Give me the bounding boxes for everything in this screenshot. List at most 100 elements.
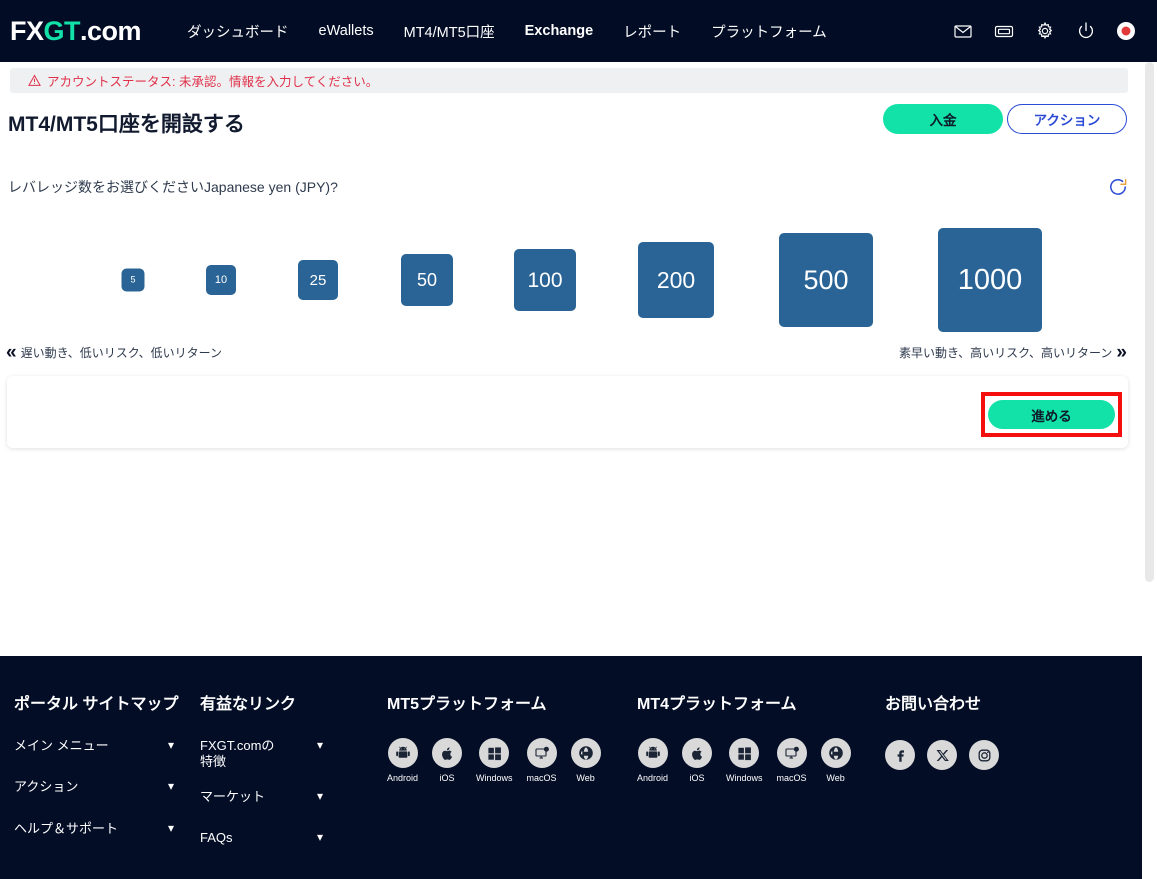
leverage-option-label: 100 <box>527 268 563 292</box>
flag-jp-icon[interactable] <box>1117 22 1135 40</box>
facebook-icon[interactable] <box>885 740 915 770</box>
platform-label: Web <box>576 773 595 783</box>
site-logo[interactable]: FX GT .com <box>10 15 142 47</box>
footer-link-markets[interactable]: マーケット ▾ <box>200 789 323 805</box>
platform-link-macos[interactable]: macOS <box>526 738 557 783</box>
apple-icon <box>682 738 713 768</box>
footer-link-main-menu[interactable]: メイン メニュー ▾ <box>14 738 174 754</box>
account-status-alert: アカウントステータス: 未承認。情報を入力してください。 <box>10 68 1128 93</box>
footer-link-label: FXGT.comの特徴 <box>200 738 275 770</box>
page-header-row: MT4/MT5口座を開設する 入金 アクション <box>0 104 1129 144</box>
platform-link-android[interactable]: Android <box>387 738 418 783</box>
header-icon-group <box>953 0 1135 62</box>
refresh-icon[interactable] <box>1107 176 1129 198</box>
platform-link-macos[interactable]: macOS <box>776 738 807 783</box>
instagram-icon[interactable] <box>969 740 999 770</box>
leverage-option-25[interactable]: 25 <box>298 260 338 300</box>
leverage-option-label: 1000 <box>957 263 1023 296</box>
leverage-option-50[interactable]: 50 <box>401 254 453 306</box>
chevron-left-icon: « <box>6 342 17 363</box>
footer-link-label: マーケット <box>200 788 266 804</box>
leverage-option-200[interactable]: 200 <box>638 242 714 318</box>
nav-item-mt4-mt5-accounts[interactable]: MT4/MT5口座 <box>404 21 495 42</box>
footer-link-faqs[interactable]: FAQs ▾ <box>200 830 323 846</box>
chevron-down-icon: ▾ <box>167 738 174 752</box>
leverage-option-label: 200 <box>656 266 696 293</box>
platform-link-ios[interactable]: iOS <box>432 738 463 783</box>
leverage-option-5[interactable]: 5 <box>121 268 145 292</box>
nav-item-dashboard[interactable]: ダッシュボード <box>187 21 289 42</box>
scrollbar-thumb[interactable] <box>1145 62 1154 582</box>
card-icon[interactable] <box>994 21 1014 41</box>
platform-link-windows[interactable]: Windows <box>726 738 763 783</box>
chevron-right-icon: » <box>1116 342 1127 363</box>
macos-icon <box>776 738 807 768</box>
risk-high-text: 素早い動き、高いリスク、高いリターン <box>898 346 1113 360</box>
x-twitter-icon[interactable] <box>927 740 957 770</box>
android-icon <box>637 738 668 768</box>
platform-link-web[interactable]: Web <box>820 738 851 783</box>
deposit-button[interactable]: 入金 <box>883 104 1003 134</box>
platform-label: Web <box>826 773 845 783</box>
proceed-button[interactable]: 進める <box>988 400 1115 429</box>
globe-icon <box>570 738 601 768</box>
main-nav: ダッシュボード eWallets MT4/MT5口座 Exchange レポート… <box>187 21 827 42</box>
leverage-option-label: 25 <box>309 271 327 289</box>
platform-link-ios[interactable]: iOS <box>682 738 713 783</box>
action-button[interactable]: アクション <box>1007 104 1127 134</box>
gear-icon[interactable] <box>1035 21 1055 41</box>
android-icon <box>387 738 418 768</box>
leverage-option-label: 50 <box>416 270 438 290</box>
footer-link-actions[interactable]: アクション ▾ <box>14 779 174 795</box>
platform-link-web[interactable]: Web <box>570 738 601 783</box>
platform-link-windows[interactable]: Windows <box>476 738 513 783</box>
site-footer: ポータル サイトマップ メイン メニュー ▾ アクション ▾ ヘルプ＆サポート … <box>0 656 1157 879</box>
platform-label: iOS <box>689 773 705 783</box>
platform-label: Android <box>637 773 669 783</box>
mt4-platform-icons: Android iOS Windows macOS Web <box>637 738 851 783</box>
footer-link-fxgt-features[interactable]: FXGT.comの特徴 ▾ <box>200 738 323 771</box>
top-navigation-bar: FX GT .com ダッシュボード eWallets MT4/MT5口座 Exch… <box>0 0 1157 62</box>
page-root: FX GT .com ダッシュボード eWallets MT4/MT5口座 Exch… <box>0 0 1157 879</box>
risk-label-low: « 遅い動き、低いリスク、低いリターン <box>6 343 222 362</box>
leverage-option-1000[interactable]: 1000 <box>938 228 1042 332</box>
action-card <box>7 376 1128 448</box>
macos-icon <box>526 738 557 768</box>
power-icon[interactable] <box>1076 21 1096 41</box>
chevron-down-icon: ▾ <box>316 829 323 844</box>
chevron-down-icon: ▾ <box>167 779 174 794</box>
leverage-question-label: レバレッジ数をお選びくださいJapanese yen (JPY)? <box>8 179 338 195</box>
nav-item-ewallets[interactable]: eWallets <box>319 23 374 39</box>
platform-link-android[interactable]: Android <box>637 738 668 783</box>
platform-label: Windows <box>726 773 763 783</box>
apple-icon <box>432 738 463 768</box>
leverage-option-label: 10 <box>214 273 228 286</box>
footer-title-mt5: MT5プラットフォーム <box>387 696 547 713</box>
risk-label-high: 素早い動き、高いリスク、高いリターン » <box>899 343 1127 362</box>
logo-fx: FX <box>10 15 44 46</box>
footer-link-label: アクション <box>14 779 79 795</box>
page-title: MT4/MT5口座を開設する <box>8 113 245 136</box>
leverage-option-100[interactable]: 100 <box>514 249 576 311</box>
globe-icon <box>820 738 851 768</box>
platform-label: Android <box>387 773 419 783</box>
risk-low-text: 遅い動き、低いリスク、低いリターン <box>20 346 223 360</box>
footer-link-help-support[interactable]: ヘルプ＆サポート ▾ <box>14 821 174 837</box>
logo-gt: GT <box>43 15 81 46</box>
mail-icon[interactable] <box>953 21 973 41</box>
footer-column-sitemap: ポータル サイトマップ メイン メニュー ▾ アクション ▾ ヘルプ＆サポート … <box>14 690 179 837</box>
footer-column-useful-links: 有益なリンク FXGT.comの特徴 ▾ マーケット ▾ FAQs ▾ <box>200 690 323 846</box>
nav-item-exchange[interactable]: Exchange <box>525 23 594 39</box>
social-links <box>885 740 999 770</box>
nav-item-platforms[interactable]: プラットフォーム <box>711 21 827 42</box>
nav-item-reports[interactable]: レポート <box>623 21 681 42</box>
leverage-option-label: 500 <box>803 264 849 295</box>
leverage-option-500[interactable]: 500 <box>779 233 873 327</box>
leverage-option-10[interactable]: 10 <box>206 265 236 295</box>
footer-title-mt4: MT4プラットフォーム <box>637 696 797 713</box>
footer-column-mt4-platform: MT4プラットフォーム Android iOS Windows macOS Web <box>637 690 851 783</box>
page-scrollbar[interactable] <box>1142 62 1157 879</box>
platform-label: iOS <box>439 773 455 783</box>
leverage-options-track: 5 10 25 50 100 200 500 1000 <box>0 215 1129 345</box>
footer-title-sitemap: ポータル サイトマップ <box>14 696 179 713</box>
